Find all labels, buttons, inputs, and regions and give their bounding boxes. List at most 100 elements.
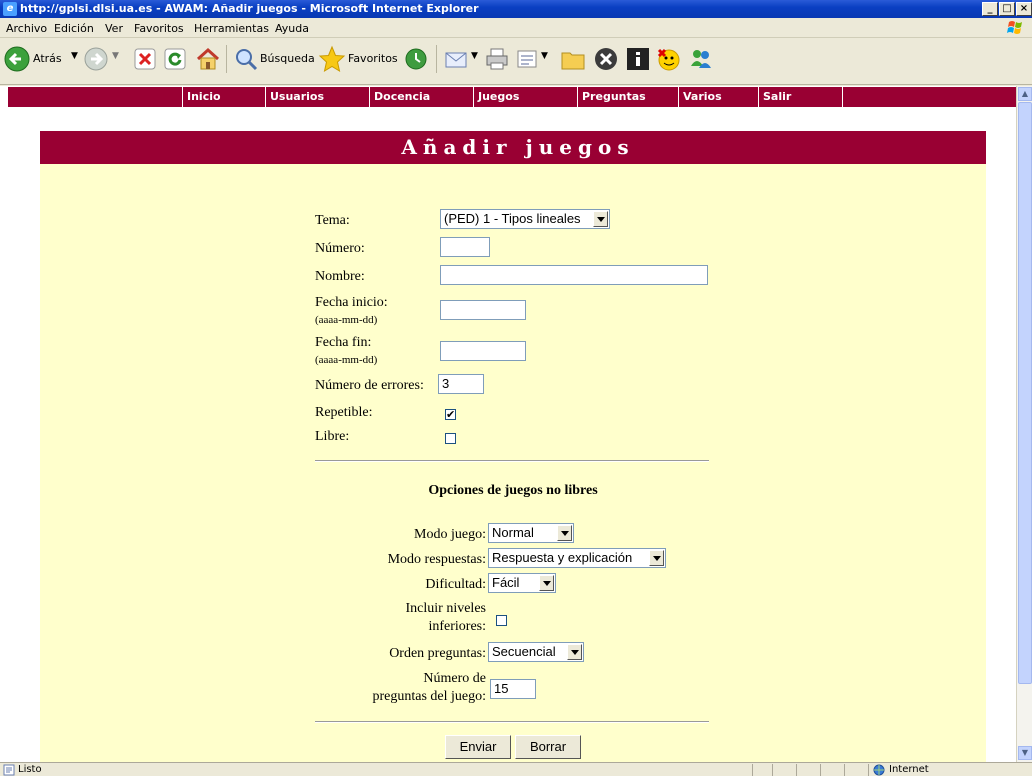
maximize-button[interactable]: □ bbox=[999, 2, 1015, 16]
submit-button[interactable]: Enviar bbox=[445, 735, 511, 759]
print-icon[interactable] bbox=[484, 46, 510, 72]
scroll-thumb[interactable] bbox=[1018, 102, 1032, 684]
menu-ver[interactable]: Ver bbox=[105, 22, 123, 35]
nav-end-divider bbox=[842, 87, 843, 107]
home-icon[interactable] bbox=[195, 46, 221, 72]
menu-bar: Archivo Edición Ver Favoritos Herramient… bbox=[0, 18, 1032, 38]
fecha-inicio-label: Fecha inicio: bbox=[315, 295, 388, 310]
mail-dropdown-icon[interactable]: ▼ bbox=[471, 51, 478, 61]
minimize-button[interactable]: _ bbox=[982, 2, 998, 16]
zone-label: Internet bbox=[889, 764, 929, 775]
smiley-icon[interactable] bbox=[656, 46, 682, 72]
history-icon[interactable] bbox=[404, 47, 428, 71]
errores-input[interactable]: 3 bbox=[438, 374, 484, 394]
back-dropdown-icon[interactable]: ▼ bbox=[71, 51, 78, 61]
num-preguntas-label-line1: Número de bbox=[423, 671, 486, 686]
back-arrow-icon[interactable] bbox=[4, 46, 30, 72]
errores-label: Número de errores: bbox=[315, 378, 424, 393]
mail-icon[interactable] bbox=[444, 47, 470, 71]
status-text: Listo bbox=[18, 764, 42, 775]
section-divider bbox=[315, 721, 709, 723]
chevron-down-icon bbox=[649, 550, 664, 566]
dificultad-select[interactable]: Fácil bbox=[488, 573, 556, 593]
numero-label: Número: bbox=[315, 241, 365, 256]
tema-select-value: (PED) 1 - Tipos lineales bbox=[444, 211, 581, 226]
reset-button[interactable]: Borrar bbox=[515, 735, 581, 759]
fecha-inicio-input[interactable] bbox=[440, 300, 526, 320]
nav-juegos[interactable]: Juegos bbox=[473, 87, 577, 107]
dificultad-value: Fácil bbox=[492, 575, 520, 590]
refresh-icon[interactable] bbox=[164, 48, 186, 70]
page-title: Añadir juegos bbox=[40, 131, 986, 164]
status-cell bbox=[752, 764, 772, 776]
site-nav-bar: Inicio Usuarios Docencia Juegos Pregunta… bbox=[8, 87, 1016, 107]
scroll-down-icon[interactable]: ▼ bbox=[1018, 746, 1032, 760]
num-preguntas-input[interactable]: 15 bbox=[490, 679, 536, 699]
tema-select[interactable]: (PED) 1 - Tipos lineales bbox=[440, 209, 610, 229]
nav-inicio[interactable]: Inicio bbox=[182, 87, 265, 107]
back-label[interactable]: Atrás bbox=[33, 52, 62, 65]
forward-arrow-icon[interactable] bbox=[84, 47, 108, 71]
orden-value: Secuencial bbox=[492, 644, 556, 659]
numero-input[interactable] bbox=[440, 237, 490, 257]
dificultad-label: Dificultad: bbox=[425, 577, 486, 592]
nav-salir[interactable]: Salir bbox=[758, 87, 842, 107]
tema-label: Tema: bbox=[315, 213, 350, 228]
edit-dropdown-icon[interactable]: ▼ bbox=[541, 51, 548, 61]
ie-icon: e bbox=[3, 2, 17, 16]
modo-respuestas-value: Respuesta y explicación bbox=[492, 550, 633, 565]
fecha-fin-hint: (aaaa-mm-dd) bbox=[315, 354, 378, 366]
menu-archivo[interactable]: Archivo bbox=[6, 22, 47, 35]
status-cell bbox=[772, 764, 796, 776]
favorites-star-icon[interactable] bbox=[318, 45, 346, 73]
options-heading: Opciones de juegos no libres bbox=[428, 483, 598, 498]
chevron-down-icon bbox=[567, 644, 582, 660]
incluir-label-line2: inferiores: bbox=[428, 619, 486, 634]
menu-ayuda[interactable]: Ayuda bbox=[275, 22, 309, 35]
nav-usuarios[interactable]: Usuarios bbox=[265, 87, 369, 107]
folder-icon[interactable] bbox=[560, 47, 586, 71]
nombre-input[interactable] bbox=[440, 265, 708, 285]
status-zone: Internet bbox=[868, 764, 1032, 776]
close-button[interactable]: × bbox=[1016, 2, 1032, 16]
modo-juego-value: Normal bbox=[492, 525, 534, 540]
modo-juego-label: Modo juego: bbox=[414, 527, 486, 542]
forward-dropdown-icon[interactable]: ▼ bbox=[112, 51, 119, 61]
status-cell bbox=[820, 764, 844, 776]
incluir-label-line1: Incluir niveles bbox=[405, 601, 486, 616]
nav-preguntas[interactable]: Preguntas bbox=[577, 87, 678, 107]
libre-checkbox[interactable] bbox=[445, 433, 456, 444]
search-label[interactable]: Búsqueda bbox=[260, 52, 315, 65]
edit-document-icon[interactable] bbox=[516, 48, 538, 70]
modo-juego-select[interactable]: Normal bbox=[488, 523, 574, 543]
page-viewport: Inicio Usuarios Docencia Juegos Pregunta… bbox=[0, 86, 1016, 762]
menu-favoritos[interactable]: Favoritos bbox=[134, 22, 184, 35]
favorites-label[interactable]: Favoritos bbox=[348, 52, 398, 65]
messenger-users-icon[interactable] bbox=[688, 46, 714, 72]
nav-varios[interactable]: Varios bbox=[678, 87, 758, 107]
vertical-scrollbar[interactable]: ▲ ▼ bbox=[1016, 86, 1032, 762]
status-cell bbox=[844, 764, 868, 776]
window-title-bar: e http://gplsi.dlsi.ua.es - AWAM: Añadir… bbox=[0, 0, 1032, 18]
modo-respuestas-select[interactable]: Respuesta y explicación bbox=[488, 548, 666, 568]
fecha-fin-input[interactable] bbox=[440, 341, 526, 361]
info-icon[interactable] bbox=[626, 47, 650, 71]
messenger-close-icon[interactable] bbox=[594, 47, 618, 71]
chevron-down-icon bbox=[557, 525, 572, 541]
nombre-label: Nombre: bbox=[315, 269, 365, 284]
repetible-checkbox[interactable]: ✔ bbox=[445, 409, 456, 420]
nav-docencia[interactable]: Docencia bbox=[369, 87, 473, 107]
menu-edicion[interactable]: Edición bbox=[54, 22, 94, 35]
scroll-up-icon[interactable]: ▲ bbox=[1018, 87, 1032, 101]
modo-respuestas-label: Modo respuestas: bbox=[387, 552, 486, 567]
stop-icon[interactable] bbox=[134, 48, 156, 70]
num-preguntas-label-line2: preguntas del juego: bbox=[372, 689, 486, 704]
orden-select[interactable]: Secuencial bbox=[488, 642, 584, 662]
repetible-label: Repetible: bbox=[315, 405, 373, 420]
incluir-checkbox[interactable] bbox=[496, 615, 507, 626]
chevron-down-icon bbox=[593, 211, 608, 227]
fecha-fin-label: Fecha fin: bbox=[315, 335, 372, 350]
chevron-down-icon bbox=[539, 575, 554, 591]
menu-herramientas[interactable]: Herramientas bbox=[194, 22, 269, 35]
search-icon[interactable] bbox=[234, 47, 258, 71]
